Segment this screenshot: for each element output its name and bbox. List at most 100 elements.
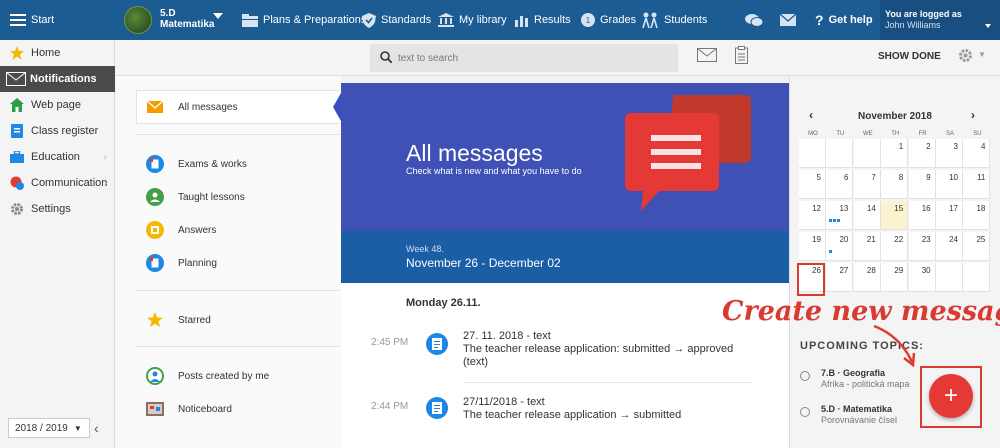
- calendar-day[interactable]: 11: [963, 170, 991, 199]
- calendar-day[interactable]: 29: [881, 263, 909, 292]
- school-year-select[interactable]: 2018 / 2019 ▼: [8, 418, 90, 438]
- calendar-weekday-label: MO: [808, 131, 818, 137]
- search-input[interactable]: text to search: [370, 44, 678, 72]
- calendar-day[interactable]: 2: [908, 139, 936, 168]
- class-selector[interactable]: 5.D Matematika: [160, 8, 214, 30]
- document-icon[interactable]: [426, 397, 448, 419]
- calendar-day[interactable]: 5: [799, 170, 826, 199]
- envelope-icon[interactable]: [697, 48, 717, 65]
- home-icon: [10, 98, 24, 112]
- calendar-day[interactable]: 28: [853, 263, 881, 292]
- calendar-day-number: 21: [866, 235, 876, 244]
- calendar-day-number: 29: [894, 266, 904, 275]
- calendar-day[interactable]: 19: [799, 232, 826, 261]
- sidebar-item-home[interactable]: Home: [0, 40, 115, 66]
- start-menu-button[interactable]: Start: [10, 0, 54, 40]
- calendar-day[interactable]: 1: [881, 139, 909, 168]
- message-body[interactable]: The teacher release application → submit…: [463, 409, 753, 422]
- calendar-weekday-label: SA: [945, 131, 954, 137]
- calendar-weekday-label: SU: [973, 131, 982, 137]
- calendar-day[interactable]: 24: [936, 232, 963, 261]
- calendar-day[interactable]: 12: [799, 201, 826, 230]
- calendar-day[interactable]: 4: [963, 139, 991, 168]
- chat-button[interactable]: [745, 0, 768, 40]
- noticeboard-icon: [146, 400, 164, 418]
- nav-label: Results: [534, 14, 571, 26]
- message-title[interactable]: 27/11/2018 - text: [463, 396, 545, 408]
- envelope-icon: [146, 98, 164, 116]
- calendar-day[interactable]: 9: [908, 170, 936, 199]
- calendar-day-number: 23: [921, 235, 931, 244]
- document-icon[interactable]: [426, 333, 448, 355]
- calendar-day[interactable]: 8: [881, 170, 909, 199]
- filter-posts-created-by-me[interactable]: Posts created by me: [146, 367, 269, 385]
- filter-all-messages[interactable]: All messages: [146, 98, 237, 116]
- filter-label: Starred: [178, 314, 211, 326]
- clipboard-icon[interactable]: [735, 46, 748, 67]
- calendar-day[interactable]: 10: [936, 170, 963, 199]
- sidebar-item-label: Communication: [31, 177, 108, 189]
- filter-label: Posts created by me: [178, 370, 270, 382]
- calendar-prev-button[interactable]: ‹: [809, 108, 813, 122]
- sidebar-item-web-page[interactable]: Web page: [0, 92, 115, 118]
- sidebar-item-label: Class register: [31, 125, 99, 137]
- chat-bubbles-icon: [745, 13, 763, 28]
- message-title[interactable]: 27. 11. 2018 - text: [463, 330, 551, 342]
- filter-answers[interactable]: Answers: [146, 221, 216, 239]
- filter-noticeboard[interactable]: Noticeboard: [146, 400, 232, 418]
- message-time: 2:45 PM: [371, 337, 409, 348]
- calendar-day[interactable]: 17: [936, 201, 963, 230]
- sidebar-item-notifications[interactable]: Notifications: [0, 66, 115, 92]
- calendar-day-number: 27: [839, 266, 849, 275]
- sidebar-item-education[interactable]: Education ›: [0, 144, 115, 170]
- create-message-button[interactable]: +: [929, 374, 973, 418]
- filter-planning[interactable]: Planning: [146, 254, 217, 272]
- get-help-button[interactable]: ? Get help: [815, 0, 873, 40]
- calendar-day[interactable]: 23: [908, 232, 936, 261]
- calendar-day[interactable]: 27: [826, 263, 854, 292]
- filter-taught-lessons[interactable]: Taught lessons: [146, 188, 245, 206]
- gear-icon[interactable]: [958, 48, 973, 66]
- show-done-button[interactable]: SHOW DONE: [878, 51, 941, 62]
- calendar-day[interactable]: 6: [826, 170, 854, 199]
- calendar-day[interactable]: 16: [908, 201, 936, 230]
- calendar-day[interactable]: 14: [853, 201, 881, 230]
- nav-grades[interactable]: 1 Grades: [581, 0, 636, 40]
- sidebar-item-settings[interactable]: Settings: [0, 196, 115, 222]
- nav-students[interactable]: Students: [641, 0, 707, 40]
- school-year-value: 2018 / 2019: [15, 422, 68, 434]
- nav-plans-preparations[interactable]: Plans & Preparations: [242, 0, 366, 40]
- sidebar-item-class-register[interactable]: Class register: [0, 118, 115, 144]
- sidebar-item-communication[interactable]: Communication ›: [0, 170, 115, 196]
- account-caret-icon[interactable]: [985, 24, 991, 28]
- calendar-day[interactable]: 30: [908, 263, 936, 292]
- settings-caret-icon[interactable]: ▼: [978, 50, 986, 59]
- calendar-day[interactable]: 20: [826, 232, 854, 261]
- filter-exams-works[interactable]: Exams & works: [146, 155, 247, 173]
- calendar-day[interactable]: 22: [881, 232, 909, 261]
- calendar-day[interactable]: 18: [963, 201, 991, 230]
- filter-starred[interactable]: Starred: [146, 311, 211, 329]
- message-body[interactable]: The teacher release application: submitt…: [463, 343, 753, 369]
- nav-results[interactable]: Results: [515, 0, 571, 40]
- class-avatar[interactable]: [124, 6, 152, 34]
- calendar-next-button[interactable]: ›: [971, 108, 975, 122]
- calendar-day[interactable]: 15: [881, 201, 909, 230]
- collapse-sidebar-icon[interactable]: ‹: [94, 420, 99, 436]
- calendar-empty-cell: [799, 139, 826, 168]
- account-info[interactable]: You are logged as John Williams: [885, 9, 962, 31]
- calendar-day[interactable]: 13: [826, 201, 854, 230]
- nav-my-library[interactable]: My library: [438, 0, 507, 40]
- filter-label: Taught lessons: [178, 191, 245, 203]
- filter-label: Planning: [178, 257, 217, 269]
- calendar-day[interactable]: 7: [853, 170, 881, 199]
- register-book-icon: [10, 124, 24, 138]
- calendar-day-number: 17: [949, 204, 958, 213]
- calendar-day[interactable]: 21: [853, 232, 881, 261]
- nav-standards[interactable]: Standards: [362, 0, 431, 40]
- calendar-day-number: 18: [976, 204, 986, 213]
- class-dropdown-caret-icon[interactable]: [213, 13, 223, 19]
- calendar-day[interactable]: 25: [963, 232, 991, 261]
- mail-button[interactable]: [780, 0, 801, 40]
- calendar-day[interactable]: 3: [936, 139, 963, 168]
